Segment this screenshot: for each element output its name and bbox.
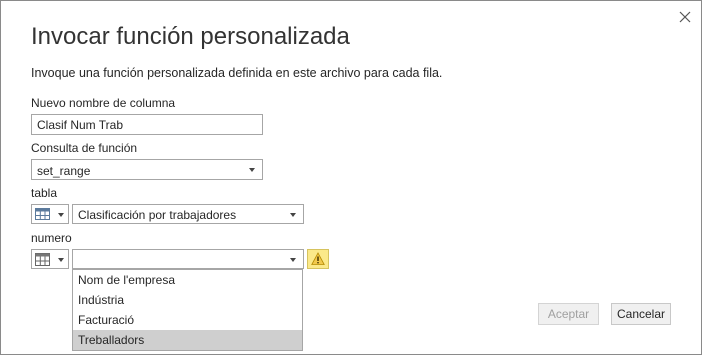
tabla-label: tabla (31, 186, 58, 200)
invoke-custom-function-dialog: Invocar función personalizada Invoque un… (0, 0, 702, 355)
dialog-description: Invoque una función personalizada defini… (31, 66, 443, 80)
numero-dropdown-list: Nom de l'empresa Indústria Facturació Tr… (72, 269, 303, 351)
column-name-label: Nuevo nombre de columna (31, 96, 176, 110)
tabla-type-button[interactable] (31, 204, 69, 224)
cancel-button[interactable]: Cancelar (611, 303, 671, 325)
tabla-select[interactable]: Clasificación por trabajadores (72, 204, 304, 224)
column-name-input[interactable] (31, 114, 263, 135)
numero-warning-button[interactable] (307, 249, 329, 269)
chevron-down-icon (290, 258, 296, 262)
dropdown-option-highlighted[interactable]: Treballadors (73, 330, 302, 350)
accept-button[interactable]: Aceptar (538, 303, 599, 325)
tabla-value: Clasificación por trabajadores (78, 208, 237, 222)
dropdown-option[interactable]: Nom de l'empresa (73, 270, 302, 290)
chevron-down-icon (58, 213, 64, 217)
table-icon (35, 253, 50, 266)
function-query-label: Consulta de función (31, 141, 138, 155)
table-icon (35, 208, 50, 220)
chevron-down-icon (249, 168, 255, 172)
dialog-title: Invocar función personalizada (31, 23, 350, 50)
close-icon[interactable] (677, 9, 693, 25)
chevron-down-icon (58, 258, 64, 262)
warning-icon (311, 252, 325, 265)
chevron-down-icon (290, 213, 296, 217)
dropdown-option[interactable]: Indústria (73, 290, 302, 310)
function-query-select[interactable]: set_range (31, 159, 263, 180)
numero-select[interactable] (72, 249, 304, 269)
function-query-value: set_range (37, 164, 91, 178)
numero-type-button[interactable] (31, 249, 69, 269)
numero-label: numero (31, 231, 72, 245)
dropdown-option[interactable]: Facturació (73, 310, 302, 330)
